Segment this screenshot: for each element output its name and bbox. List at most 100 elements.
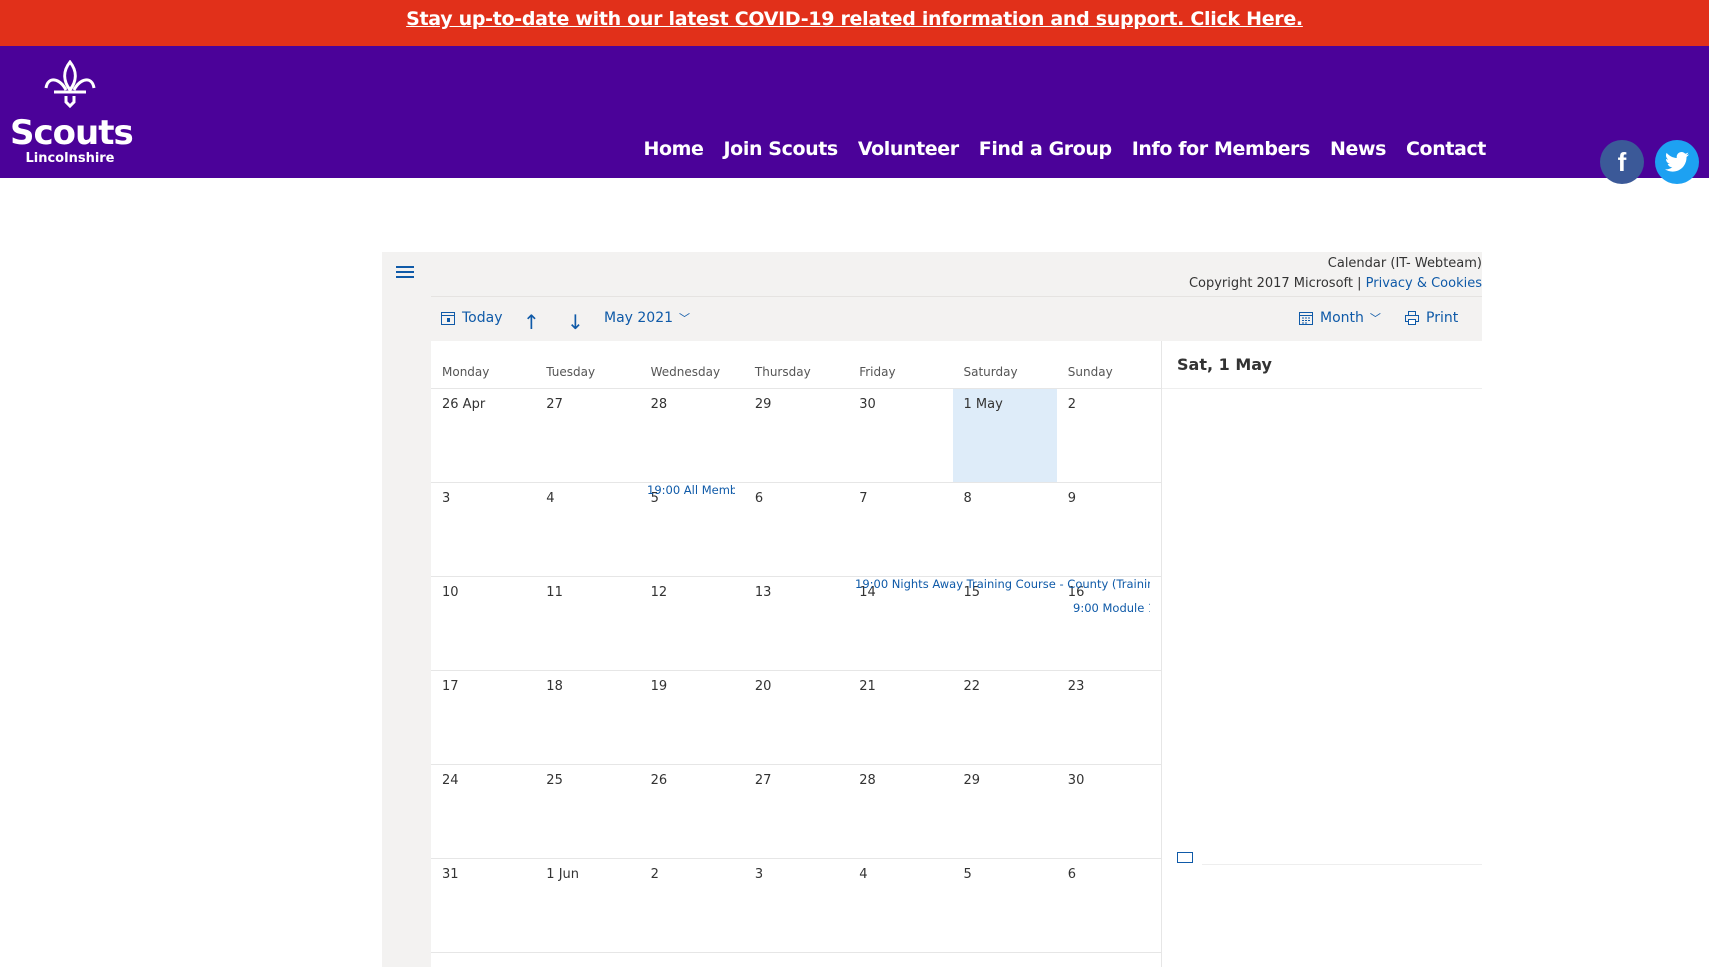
day-cell[interactable]: 13 — [744, 577, 848, 670]
day-cell[interactable]: 25 — [535, 765, 639, 858]
day-cell[interactable]: 1 May — [952, 389, 1057, 482]
covid-banner: Stay up-to-date with our latest COVID-19… — [0, 0, 1709, 46]
day-number: 29 — [754, 397, 772, 412]
week-row: 24 25 26 27 28 29 30 — [431, 765, 1161, 859]
day-number: 21 — [859, 679, 876, 694]
facebook-icon[interactable]: f — [1600, 140, 1644, 184]
day-cell[interactable]: 22 — [953, 671, 1057, 764]
day-number: 5 — [963, 867, 972, 882]
month-grid: Monday Tuesday Wednesday Thursday Friday Satu… — [431, 341, 1161, 967]
day-cell[interactable]: 9 — [1057, 483, 1161, 576]
day-cell[interactable]: 2 — [1057, 389, 1161, 482]
day-number: 4 — [546, 491, 555, 506]
chevron-down-icon: ﹀ — [679, 312, 691, 325]
view-label: Month — [1320, 310, 1364, 326]
day-cell[interactable]: 12 — [640, 577, 744, 670]
event-nights-away-training[interactable]: 19:00 Nights Away Training Course - Coun… — [855, 577, 1150, 591]
week-row: 3456789 — [431, 483, 1161, 577]
day-cell[interactable]: 7 — [848, 483, 952, 576]
day-cell[interactable]: 6 — [1057, 859, 1161, 952]
menu-icon[interactable] — [396, 266, 414, 278]
day-cell[interactable]: 29 — [744, 389, 848, 482]
nav-home[interactable]: Home — [643, 138, 703, 160]
twitter-icon[interactable] — [1655, 140, 1699, 184]
day-cell[interactable]: 26 — [640, 765, 744, 858]
day-number: 3 — [442, 491, 451, 506]
privacy-link[interactable]: Privacy & Cookies — [1366, 276, 1482, 291]
day-cell[interactable]: 20 — [744, 671, 848, 764]
nav-find-a-group[interactable]: Find a Group — [979, 138, 1112, 160]
day-cell[interactable]: 3 — [431, 483, 535, 576]
day-cell[interactable]: 5 — [953, 859, 1057, 952]
day-cell[interactable]: 19 — [640, 671, 744, 764]
week-row: 17 18 19 20 21 22 23 — [431, 671, 1161, 765]
day-number: 1 Jun — [546, 867, 580, 882]
day-cell[interactable]: 18 — [535, 671, 639, 764]
nav-contact[interactable]: Contact — [1406, 138, 1486, 160]
day-cell[interactable]: 3 — [744, 859, 848, 952]
day-cell[interactable]: 24 — [431, 765, 535, 858]
day-number: 11 — [546, 585, 563, 600]
fleur-de-lis-icon — [44, 59, 96, 109]
day-number: 30 — [1067, 773, 1085, 788]
event-module-10[interactable]: 9:00 Module 10 — [1073, 601, 1150, 615]
previous-month-arrow-up-icon[interactable]: ↑ — [523, 310, 540, 334]
nav-news[interactable]: News — [1330, 138, 1386, 160]
day-cell[interactable]: 29 — [953, 765, 1057, 858]
day-cell[interactable]: 4 — [535, 483, 639, 576]
day-number: 17 — [442, 679, 459, 694]
event-all-members[interactable]: 19:00 All Members — [647, 483, 735, 497]
day-cell[interactable]: 4 — [848, 859, 952, 952]
day-cell[interactable]: 10 — [431, 577, 535, 670]
expand-pane-icon[interactable] — [1177, 852, 1193, 863]
day-cell[interactable]: 31 — [431, 859, 535, 952]
day-header-wednesday: Wednesday — [650, 365, 721, 379]
month-picker[interactable]: May 2021 ﹀ — [604, 310, 690, 326]
day-number: 10 — [442, 585, 459, 600]
day-number: 13 — [754, 585, 772, 600]
next-month-arrow-down-icon[interactable]: ↓ — [567, 310, 584, 334]
day-cell[interactable]: 28 — [640, 389, 744, 482]
day-number: 29 — [963, 773, 981, 788]
day-cell[interactable]: 27 — [535, 389, 639, 482]
printer-icon — [1405, 311, 1419, 325]
day-number: 28 — [650, 397, 668, 412]
day-cell[interactable]: 30 — [1057, 765, 1161, 858]
scouts-logo[interactable]: Scouts Lincolnshire — [10, 59, 134, 166]
divider — [431, 296, 1482, 297]
day-cell[interactable]: 17 — [431, 671, 535, 764]
print-button[interactable]: Print — [1404, 310, 1458, 326]
day-number: 8 — [963, 491, 972, 506]
day-cell[interactable]: 28 — [848, 765, 952, 858]
day-number: 9 — [1067, 491, 1077, 506]
day-number: 20 — [754, 679, 772, 694]
day-number: 27 — [754, 773, 772, 788]
today-button[interactable]: Today — [440, 310, 503, 326]
day-number: 30 — [859, 397, 876, 412]
day-cell[interactable]: 2 — [640, 859, 744, 952]
day-number: 25 — [546, 773, 563, 788]
main-nav: Home Join Scouts Volunteer Find a Group … — [643, 138, 1486, 160]
selected-day-title: Sat, 1 May — [1177, 355, 1272, 374]
nav-info-for-members[interactable]: Info for Members — [1132, 138, 1311, 160]
nav-join-scouts[interactable]: Join Scouts — [724, 138, 839, 160]
nav-volunteer[interactable]: Volunteer — [858, 138, 959, 160]
day-number: 24 — [442, 773, 459, 788]
day-cell[interactable]: 27 — [744, 765, 848, 858]
day-cell[interactable]: 8 — [953, 483, 1057, 576]
brand-name: Scouts — [10, 113, 134, 153]
day-header-sunday: Sunday — [1067, 365, 1113, 379]
day-number: 31 — [442, 867, 459, 882]
covid-banner-link[interactable]: Stay up-to-date with our latest COVID-19… — [406, 8, 1303, 30]
view-switcher[interactable]: Month ﹀ — [1298, 310, 1381, 326]
day-number: 27 — [546, 397, 563, 412]
day-cell[interactable]: 11 — [535, 577, 639, 670]
day-cell[interactable]: 26 Apr — [431, 389, 535, 482]
day-cell[interactable]: 21 — [848, 671, 952, 764]
day-cell[interactable]: 6 — [744, 483, 848, 576]
chevron-down-icon: ﹀ — [1369, 312, 1381, 325]
divider — [1202, 864, 1482, 865]
day-cell[interactable]: 30 — [848, 389, 952, 482]
day-cell[interactable]: 23 — [1057, 671, 1161, 764]
day-cell[interactable]: 1 Jun — [535, 859, 639, 952]
